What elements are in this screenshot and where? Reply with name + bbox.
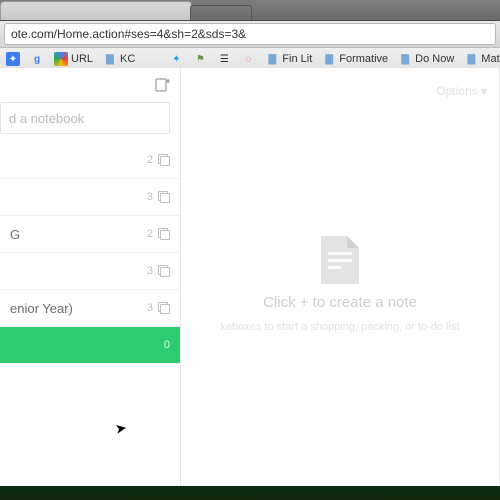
notebook-count: 2 [147, 228, 153, 240]
desktop-wallpaper-strip [0, 486, 500, 500]
flag-icon: ⚑ [193, 52, 207, 66]
bookmark-item[interactable]: ▇Formative [318, 51, 392, 67]
notebook-row-selected[interactable]: 0 [0, 327, 180, 364]
notebook-sidebar: d a notebook 2 3 G2 3 enior Year)3 0 ➤ [0, 68, 181, 500]
notebook-row[interactable]: 3 [0, 179, 180, 216]
evernote-icon: ☰ [217, 52, 231, 66]
bookmark-label: URL [71, 53, 93, 65]
bookmark-item[interactable]: ▇Fin Lit [261, 51, 316, 67]
bookmark-item[interactable]: ◌ [237, 51, 259, 67]
folder-icon: ▇ [265, 52, 279, 66]
bookmark-item[interactable]: ☰ [213, 51, 235, 67]
document-icon [321, 236, 359, 284]
options-dropdown[interactable]: Options ▾ [436, 84, 487, 98]
notebook-count: 2 [147, 154, 153, 166]
omnibox[interactable]: ote.com/Home.action#ses=4&sh=2&sds=3& [4, 23, 496, 45]
stack-icon [158, 302, 170, 314]
stack-icon [158, 265, 170, 277]
notebook-label: G [10, 227, 20, 242]
bookmark-icon: ✦ [6, 52, 20, 66]
bookmark-label: KC [120, 53, 135, 65]
folder-icon: ▇ [464, 52, 478, 66]
notebook-count: 3 [147, 302, 153, 314]
bookmark-item[interactable]: ✦ [2, 51, 24, 67]
multicolor-icon [54, 52, 68, 66]
stack-icon [158, 228, 170, 240]
bookmark-item[interactable]: URL [50, 51, 97, 67]
twitter-icon: ✦ [169, 52, 183, 66]
note-list-panel: Options ▾ Click + to create a note kebox… [181, 68, 500, 500]
mouse-cursor-icon: ➤ [114, 419, 129, 438]
bookmark-item[interactable]: g [26, 51, 48, 67]
notebook-row[interactable]: 3 [0, 253, 180, 290]
bookmark-label: Formative [339, 53, 388, 65]
search-notebook-input[interactable]: d a notebook [0, 102, 170, 134]
browser-toolbar: ote.com/Home.action#ses=4&sh=2&sds=3& [0, 21, 500, 48]
stack-icon [158, 154, 170, 166]
bookmark-label: Do Now [415, 53, 454, 65]
bookmark-item[interactable]: ▇Math [460, 51, 500, 67]
browser-tab-inactive[interactable] [190, 5, 252, 20]
browser-tabstrip [0, 0, 500, 21]
bookmark-item[interactable]: ⚑ [189, 51, 211, 67]
folder-icon: ▇ [322, 52, 336, 66]
notebook-count: 3 [147, 265, 153, 277]
empty-state: Click + to create a note keboxes to star… [181, 68, 499, 500]
bookmark-item[interactable]: ▇KC [99, 51, 139, 67]
folder-icon: ▇ [398, 52, 412, 66]
apple-icon [145, 52, 159, 66]
folder-icon: ▇ [103, 52, 117, 66]
bookmark-item[interactable]: ✦ [165, 51, 187, 67]
new-notebook-icon [154, 77, 170, 93]
notebook-count: 3 [147, 191, 153, 203]
new-notebook-button[interactable] [154, 77, 170, 93]
bookmark-item[interactable]: ▇Do Now [394, 51, 458, 67]
stack-icon [158, 191, 170, 203]
notebook-count: 0 [164, 339, 170, 351]
bookmark-item[interactable] [141, 51, 163, 67]
notebook-row[interactable]: enior Year) 3 [0, 290, 180, 327]
notebook-row[interactable]: G2 [0, 216, 180, 253]
bookmark-label: Fin Lit [282, 53, 312, 65]
circle-icon: ◌ [241, 52, 255, 66]
empty-state-title: Click + to create a note [263, 294, 417, 311]
notebook-label: enior Year) [10, 301, 73, 316]
notebook-row[interactable]: 2 [0, 142, 180, 179]
browser-tab-active[interactable] [0, 1, 192, 20]
empty-state-subtitle: keboxes to start a shopping, packing, or… [220, 321, 459, 333]
bookmark-label: Math [481, 53, 500, 65]
google-icon: g [30, 52, 44, 66]
